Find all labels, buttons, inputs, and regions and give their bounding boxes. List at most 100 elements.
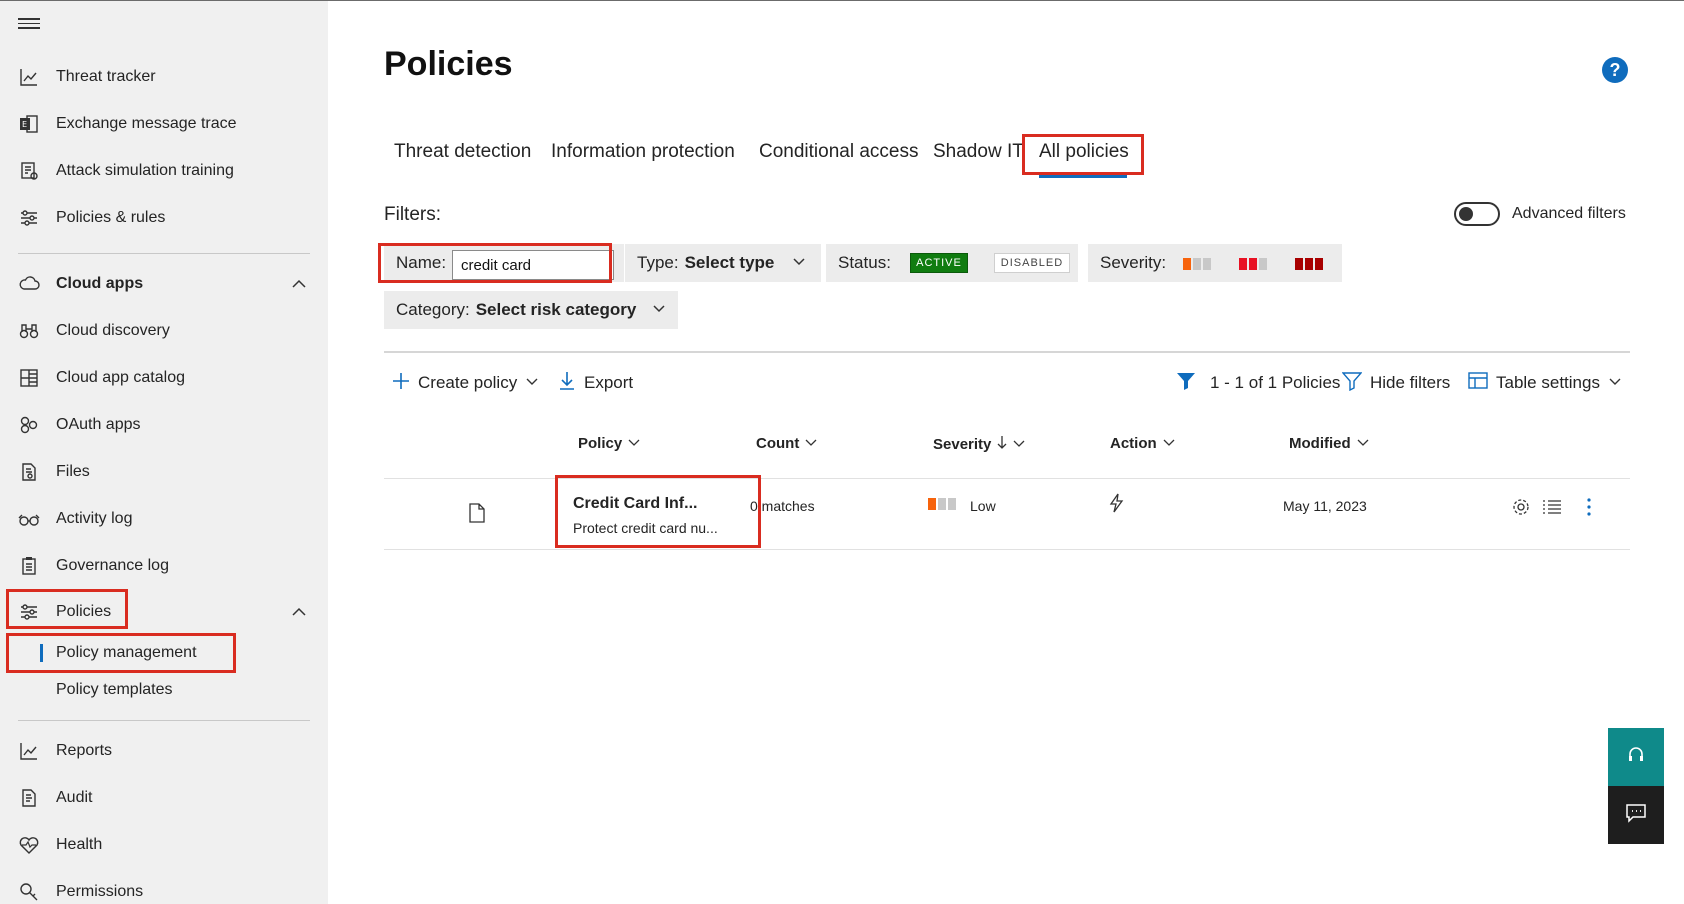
table-settings-button[interactable]: Table settings xyxy=(1468,369,1622,397)
sidebar-item-health[interactable]: Health xyxy=(0,825,328,865)
lightning-icon xyxy=(1108,493,1124,516)
sidebar-item-permissions[interactable]: Permissions xyxy=(0,872,328,904)
sidebar-item-oauth-apps[interactable]: OAuth apps xyxy=(0,405,328,445)
sort-down-arrow-icon xyxy=(997,435,1007,453)
chevron-down-icon xyxy=(525,373,539,393)
sidebar-item-governance-log[interactable]: Governance log xyxy=(0,546,328,586)
hamburger-menu-icon[interactable] xyxy=(18,15,40,35)
sidebar-item-label: Activity log xyxy=(56,510,133,527)
column-header-count[interactable]: Count xyxy=(756,435,817,452)
sidebar-subitem-policy-management[interactable]: Policy management xyxy=(0,635,328,671)
chevron-down-icon xyxy=(805,435,817,452)
filters-divider xyxy=(384,351,1630,353)
gear-icon[interactable] xyxy=(1511,497,1531,520)
chevron-up-icon[interactable] xyxy=(290,603,308,621)
sliders-icon xyxy=(18,601,40,623)
severity-low-button[interactable] xyxy=(1172,246,1222,282)
filter-filled-icon xyxy=(1176,371,1196,396)
chart-line-icon xyxy=(18,740,40,762)
sidebar-item-label: Cloud app catalog xyxy=(56,369,185,386)
list-icon[interactable] xyxy=(1542,497,1562,520)
status-active-button[interactable]: ACTIVE xyxy=(910,253,968,273)
sidebar-subitem-label: Policy templates xyxy=(56,681,173,698)
feedback-chat-button[interactable] xyxy=(1608,786,1664,844)
type-filter-dropdown[interactable]: Type: Select type xyxy=(625,244,821,282)
type-filter-label: Type: xyxy=(637,253,679,272)
category-filter-label: Category: xyxy=(396,300,470,319)
export-label: Export xyxy=(584,373,634,392)
tab-shadow-it[interactable]: Shadow IT xyxy=(933,141,1024,163)
sidebar-item-reports[interactable]: Reports xyxy=(0,731,328,771)
more-options-icon[interactable] xyxy=(1586,497,1592,520)
column-header-policy[interactable]: Policy xyxy=(578,435,640,452)
hide-filters-button[interactable]: Hide filters xyxy=(1341,369,1450,397)
main-content: Policies ? Threat detection Information … xyxy=(328,1,1684,904)
create-policy-label: Create policy xyxy=(418,373,518,392)
sidebar-group-policies[interactable]: Policies xyxy=(0,592,328,632)
column-header-label: Policy xyxy=(578,435,623,452)
sidebar-item-label: Files xyxy=(56,463,90,480)
sidebar-item-label: Policies & rules xyxy=(56,209,166,226)
page-title: Policies xyxy=(384,45,513,83)
sidebar-item-label: Threat tracker xyxy=(56,68,156,85)
column-header-label: Count xyxy=(756,435,800,452)
sidebar-item-label: Reports xyxy=(56,742,113,759)
help-icon[interactable]: ? xyxy=(1602,57,1628,83)
audit-icon xyxy=(18,787,40,809)
headset-support-button[interactable] xyxy=(1608,728,1664,786)
table-divider xyxy=(384,549,1630,550)
advanced-filters-toggle[interactable] xyxy=(1454,202,1500,226)
tab-information-protection[interactable]: Information protection xyxy=(551,141,735,163)
chat-icon xyxy=(1625,803,1647,828)
sidebar-item-files[interactable]: Files xyxy=(0,452,328,492)
cloud-icon xyxy=(18,273,40,295)
download-icon xyxy=(558,371,576,396)
table-divider xyxy=(384,478,1630,479)
filters-label: Filters: xyxy=(384,204,441,225)
sidebar-group-cloud-apps[interactable]: Cloud apps xyxy=(0,264,328,304)
sidebar-subitem-policy-templates[interactable]: Policy templates xyxy=(0,672,328,708)
tab-active-underline xyxy=(1039,175,1127,178)
sidebar-item-label: Audit xyxy=(56,789,93,806)
name-filter-input[interactable] xyxy=(452,250,614,280)
column-header-modified[interactable]: Modified xyxy=(1289,435,1369,452)
policy-name-link[interactable]: Credit Card Inf... xyxy=(573,495,697,513)
chevron-down-icon xyxy=(628,435,640,452)
severity-filter-label: Severity: xyxy=(1100,253,1167,272)
category-filter-dropdown[interactable]: Category: Select risk category xyxy=(384,291,678,329)
column-header-severity[interactable]: Severity xyxy=(933,435,1025,453)
apps-icon xyxy=(18,414,40,436)
type-filter-value: Select type xyxy=(684,253,775,272)
status-disabled-button[interactable]: DISABLED xyxy=(994,253,1070,273)
sidebar-divider xyxy=(18,720,310,721)
severity-high-button[interactable] xyxy=(1284,246,1334,282)
sidebar-item-audit[interactable]: Audit xyxy=(0,778,328,818)
export-button[interactable]: Export xyxy=(558,369,633,397)
sidebar-item-cloud-app-catalog[interactable]: Cloud app catalog xyxy=(0,358,328,398)
tab-threat-detection[interactable]: Threat detection xyxy=(394,141,531,163)
sidebar-item-cloud-discovery[interactable]: Cloud discovery xyxy=(0,311,328,351)
tab-all-policies[interactable]: All policies xyxy=(1039,141,1129,163)
sidebar-item-threat-tracker[interactable]: Threat tracker xyxy=(0,57,328,97)
sidebar-item-exchange-message-trace[interactable]: E Exchange message trace xyxy=(0,104,328,144)
severity-medium-button[interactable] xyxy=(1228,246,1278,282)
sidebar-item-activity-log[interactable]: Activity log xyxy=(0,499,328,539)
chevron-up-icon[interactable] xyxy=(290,275,308,293)
tab-conditional-access[interactable]: Conditional access xyxy=(759,141,918,163)
chevron-down-icon xyxy=(1357,435,1369,452)
modified-date: May 11, 2023 xyxy=(1283,498,1367,514)
sidebar-item-policies-rules[interactable]: Policies & rules xyxy=(0,198,328,238)
filter-icon xyxy=(1341,371,1363,396)
column-header-label: Action xyxy=(1110,435,1157,452)
create-policy-button[interactable]: Create policy xyxy=(392,369,539,397)
plus-icon xyxy=(392,372,410,395)
binoculars-icon xyxy=(18,320,40,342)
status-filter-label: Status: xyxy=(838,253,891,272)
column-header-label: Modified xyxy=(1289,435,1351,452)
severity-value: Low xyxy=(970,498,996,514)
active-indicator xyxy=(40,644,43,662)
chevron-down-icon xyxy=(1013,436,1025,453)
severity-low-indicator xyxy=(928,498,956,510)
sidebar-item-attack-simulation-training[interactable]: Attack simulation training xyxy=(0,151,328,191)
column-header-action[interactable]: Action xyxy=(1110,435,1175,452)
